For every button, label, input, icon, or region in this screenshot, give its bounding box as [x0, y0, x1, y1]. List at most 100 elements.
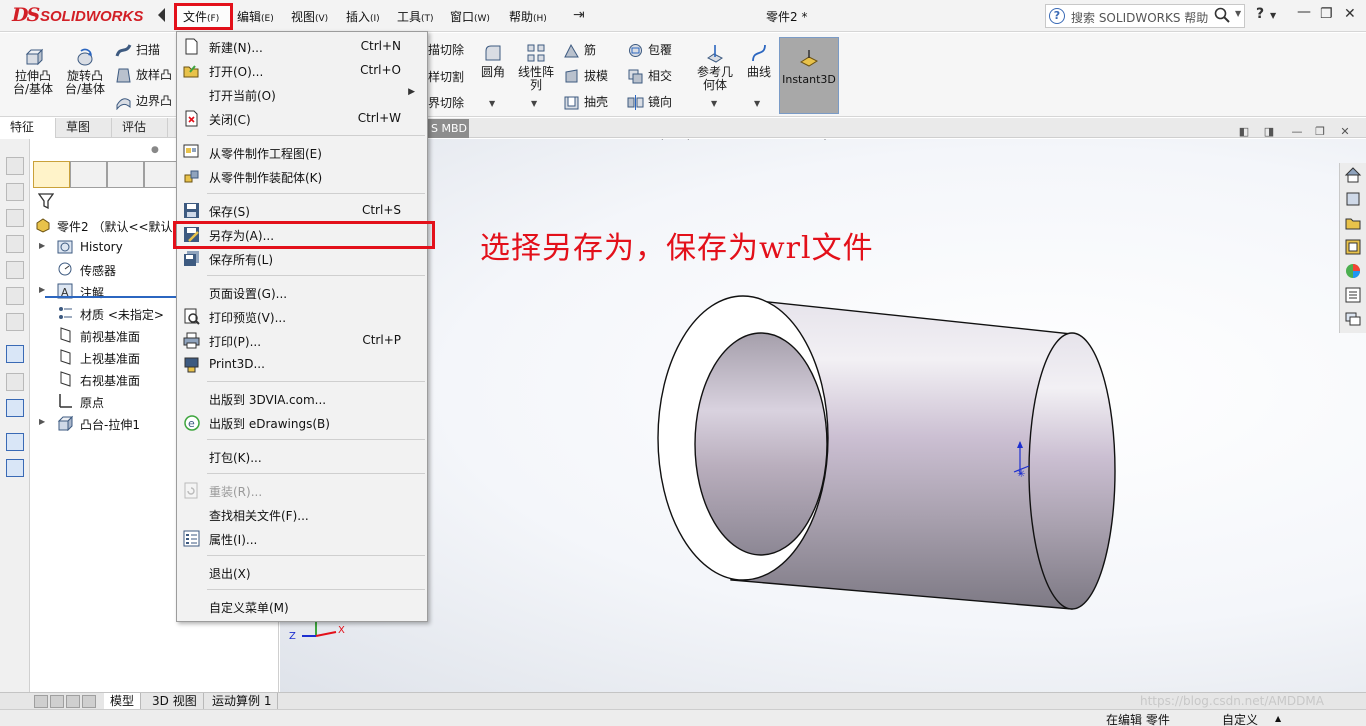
menu-help[interactable]: 帮助(H) — [509, 8, 547, 25]
menu-item-customize-menu[interactable]: 自定义菜单(M) — [177, 596, 427, 618]
tab-motion-study[interactable]: 运动算例 1 — [206, 693, 279, 709]
expand-icon[interactable]: ▶ — [39, 417, 45, 426]
tab-3d-view[interactable]: 3D 视图 — [146, 693, 204, 709]
view-orientation-icon[interactable] — [776, 139, 794, 140]
menu-item-print-preview[interactable]: 打印预览(V)... — [177, 306, 427, 328]
curves-button[interactable]: 曲线 — [744, 43, 774, 79]
menu-item-make-assembly[interactable]: 从零件制作装配体(K) — [177, 166, 427, 188]
design-library-icon[interactable] — [1344, 190, 1362, 208]
viewport-close-icon[interactable]: ✕ — [1338, 125, 1352, 139]
zoom-to-fit-icon[interactable] — [646, 139, 664, 140]
custom-properties-icon[interactable] — [1344, 286, 1362, 304]
linear-pattern-button[interactable]: 线性阵 列 — [514, 43, 558, 92]
display-icon[interactable] — [6, 399, 24, 417]
display-style-icon[interactable] — [816, 139, 834, 140]
viewport-minimize-icon[interactable]: — — [1290, 125, 1304, 139]
wrap-button[interactable]: 包覆 — [627, 41, 672, 59]
first-tab-icon[interactable] — [34, 695, 48, 708]
edit-appearance-icon[interactable] — [896, 139, 914, 140]
instant3d-button[interactable]: Instant3D — [779, 37, 839, 114]
status-custom-units[interactable]: 自定义 — [1222, 711, 1258, 726]
tube-model[interactable]: ✳ — [280, 139, 1366, 692]
feature-manager-tab[interactable] — [33, 161, 70, 188]
pin-menu-icon[interactable]: ⇥ — [573, 7, 585, 23]
pattern-dropdown-icon[interactable]: ▼ — [531, 99, 537, 108]
view-icon[interactable] — [6, 287, 24, 305]
help-dropdown-icon[interactable]: ▼ — [1270, 11, 1276, 20]
paste-icon[interactable] — [6, 459, 24, 477]
fillet-button[interactable]: 圆角 — [478, 43, 508, 79]
section-view-icon[interactable] — [724, 139, 742, 140]
forum-icon[interactable] — [1344, 310, 1362, 328]
units-dropdown-icon[interactable]: ▲ — [1275, 714, 1281, 723]
reference-geometry-dropdown-icon[interactable]: ▼ — [711, 99, 717, 108]
view-icon[interactable] — [6, 235, 24, 253]
viewport-left-icon[interactable]: ◧ — [1237, 125, 1251, 139]
tool-icon[interactable] — [6, 373, 24, 391]
previous-tab-icon[interactable] — [50, 695, 64, 708]
tab-sketch[interactable]: 草图 — [56, 118, 112, 138]
tab-model[interactable]: 模型 — [104, 693, 142, 709]
view-icon[interactable] — [6, 157, 24, 175]
menu-item-page-setup[interactable]: 页面设置(G)... — [177, 282, 427, 304]
boundary-boss-button[interactable]: 边界凸 — [115, 92, 172, 110]
file-explorer-icon[interactable] — [1344, 214, 1362, 232]
menu-item-publish-edrawings[interactable]: e 出版到 eDrawings(B) — [177, 412, 427, 434]
home-icon[interactable] — [1344, 166, 1362, 184]
panel-grip-icon[interactable]: ● — [151, 145, 159, 155]
close-window-icon[interactable]: ✕ — [1344, 6, 1356, 22]
view-icon[interactable] — [6, 261, 24, 279]
filter-icon[interactable] — [38, 193, 54, 209]
search-icon[interactable] — [1214, 7, 1230, 23]
menu-window[interactable]: 窗口(W) — [450, 8, 490, 25]
dynamic-annotation-icon[interactable] — [750, 139, 768, 140]
tab-mbd[interactable]: S MBD — [427, 119, 469, 138]
next-tab-icon[interactable] — [66, 695, 80, 708]
restore-icon[interactable]: ❐ — [1320, 6, 1333, 22]
menu-item-make-drawing[interactable]: 从零件制作工程图(E) — [177, 142, 427, 164]
intersect-button[interactable]: 相交 — [627, 67, 672, 85]
expand-icon[interactable]: ▶ — [39, 285, 45, 294]
search-dropdown-icon[interactable]: ▼ — [1235, 9, 1241, 18]
tab-evaluate[interactable]: 评估 — [112, 118, 168, 138]
shell-button[interactable]: 抽壳 — [563, 93, 608, 111]
expand-icon[interactable]: ▶ — [39, 241, 45, 250]
viewport-restore-icon[interactable]: ❐ — [1313, 125, 1327, 139]
apply-scene-icon[interactable] — [920, 139, 938, 140]
appearances-icon[interactable] — [1344, 262, 1362, 280]
menu-item-find-references[interactable]: 查找相关文件(F)... — [177, 504, 427, 526]
tab-features[interactable]: 特征 — [0, 118, 56, 138]
menu-item-properties[interactable]: 属性(I)... — [177, 528, 427, 550]
hide-show-items-icon[interactable] — [856, 139, 874, 140]
help-button[interactable]: ? — [1256, 6, 1264, 22]
menu-edit[interactable]: 编辑(E) — [237, 8, 274, 25]
menu-item-close[interactable]: 关闭(C) Ctrl+W — [177, 108, 427, 130]
menu-item-publish-3dvia[interactable]: 出版到 3DVIA.com... — [177, 388, 427, 410]
zoom-area-icon[interactable] — [672, 139, 690, 140]
configuration-manager-tab[interactable] — [107, 161, 144, 188]
property-manager-tab[interactable] — [70, 161, 107, 188]
menu-item-open[interactable]: 打开(O)... Ctrl+O — [177, 60, 427, 82]
previous-view-icon[interactable] — [698, 139, 716, 140]
menu-file[interactable]: 文件(F) — [183, 8, 219, 25]
menu-item-pack-and-go[interactable]: 打包(K)... — [177, 446, 427, 468]
menu-item-print3d[interactable]: Print3D... — [177, 354, 427, 376]
view-settings-icon[interactable] — [960, 139, 978, 140]
sweep-button[interactable]: 扫描 — [115, 41, 160, 59]
minimize-icon[interactable]: — — [1297, 4, 1311, 20]
menu-item-save-all[interactable]: 保存所有(L) — [177, 248, 427, 270]
menu-item-exit[interactable]: 退出(X) — [177, 562, 427, 584]
last-tab-icon[interactable] — [82, 695, 96, 708]
solidworks-logo[interactable]: DS SOLIDWORKS — [6, 4, 154, 30]
rib-button[interactable]: 筋 — [563, 41, 596, 59]
curves-dropdown-icon[interactable]: ▼ — [754, 99, 760, 108]
menu-view[interactable]: 视图(V) — [291, 8, 328, 25]
graphics-area[interactable]: ✳ ▼ ▼ ▼ ▼ ▼ 选择另存为，保存为wrl文件 Z X — [280, 139, 1366, 692]
menu-item-open-current[interactable]: 打开当前(O) ▶ — [177, 84, 427, 106]
loft-button[interactable]: 放样凸 — [115, 66, 172, 84]
fillet-dropdown-icon[interactable]: ▼ — [489, 99, 495, 108]
reference-geometry-button[interactable]: 参考几 何体 — [693, 43, 737, 92]
extrude-boss-button[interactable]: 拉伸凸 台/基体 — [10, 47, 56, 96]
menu-item-print[interactable]: 打印(P)... Ctrl+P — [177, 330, 427, 352]
draft-button[interactable]: 拔模 — [563, 67, 608, 85]
